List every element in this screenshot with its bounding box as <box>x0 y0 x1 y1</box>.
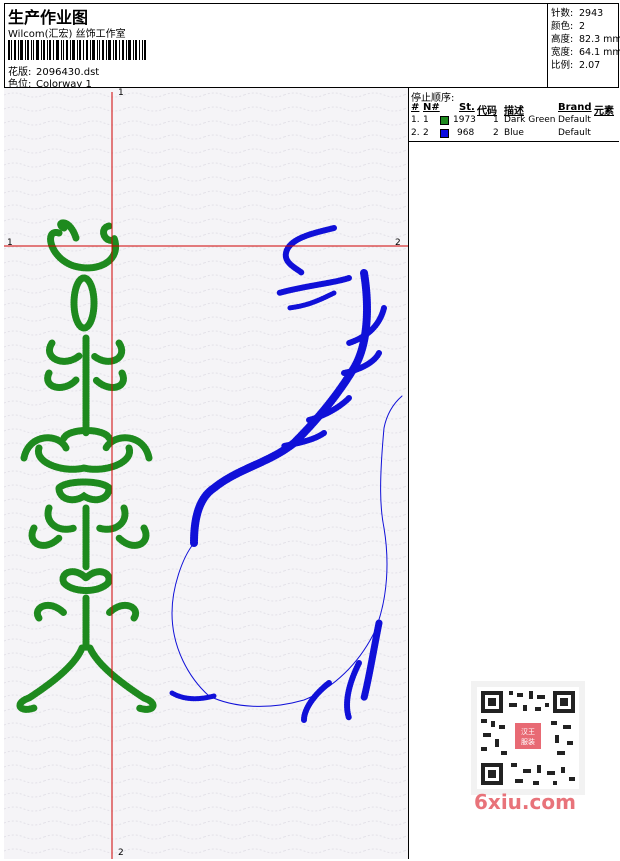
guide-v-top-label: 1 <box>118 88 124 98</box>
stat-scale: 比例: 2.07 <box>551 60 601 71</box>
studio-name: Wilcom(汇宏) 丝饰工作室 <box>8 29 126 40</box>
table-row[interactable]: 1. 1 1973 1 Dark Green Default <box>409 115 619 127</box>
table-row[interactable]: 2. 2 968 2 Blue Default <box>409 128 619 140</box>
col-index: # <box>411 102 420 113</box>
header-info: 生产作业图 Wilcom(汇宏) 丝饰工作室 花版: 2096430.dst 色位… <box>4 3 547 90</box>
embroidery-preview <box>4 88 408 859</box>
stat-stitches: 针数: 2943 <box>551 8 604 19</box>
stat-colors: 颜色: 2 <box>551 21 586 32</box>
stat-height: 高度: 82.3 mm <box>551 34 620 45</box>
color-swatch-green <box>440 116 449 125</box>
col-n: N# <box>423 102 440 113</box>
col-stitches: St. <box>459 102 475 113</box>
qr-code: 汉王 服装 <box>471 681 585 795</box>
design-canvas[interactable]: 1 2 1 2 <box>4 88 409 859</box>
svg-text:汉王: 汉王 <box>521 728 535 736</box>
stats-box: 针数: 2943 颜色: 2 高度: 82.3 mm 宽度: 64.1 mm 比例: 2.… <box>547 3 620 87</box>
stat-width: 宽度: 64.1 mm <box>551 47 620 58</box>
guide-v-bottom-label: 2 <box>118 848 124 858</box>
guide-h-right-label: 2 <box>395 238 401 248</box>
color-swatch-blue <box>440 129 449 138</box>
svg-text:服装: 服装 <box>521 737 535 746</box>
barcode <box>8 40 146 60</box>
panel-divider <box>409 141 619 142</box>
site-watermark[interactable]: 6xiu.com <box>474 790 576 814</box>
guide-h-left-label: 1 <box>7 238 13 248</box>
col-brand: Brand <box>558 102 592 113</box>
